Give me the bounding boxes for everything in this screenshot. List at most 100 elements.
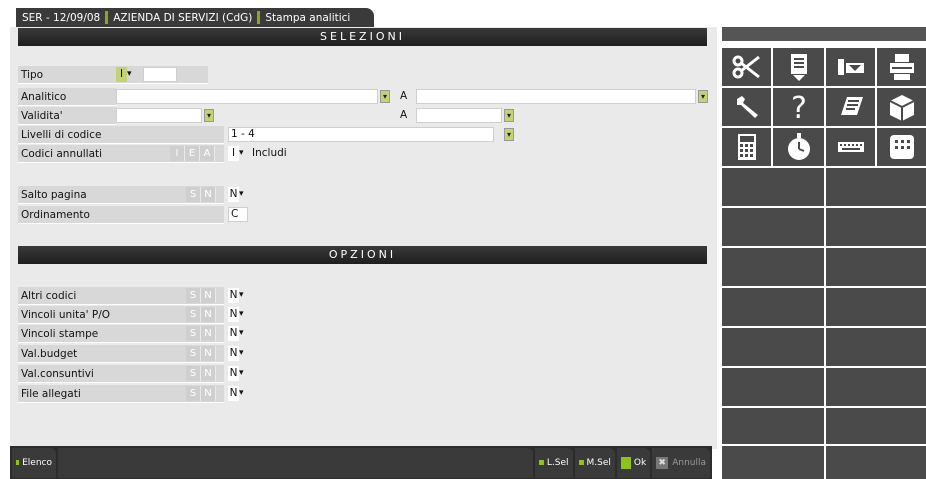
toolbar-slot[interactable]: [826, 408, 926, 444]
field-label: Validita': [18, 107, 116, 125]
chevron-down-icon[interactable]: [380, 90, 390, 103]
grid-icon[interactable]: [877, 128, 926, 166]
section-header-opzioni: OPZIONI: [18, 246, 707, 264]
option-a[interactable]: A: [200, 146, 215, 161]
chevron-down-icon[interactable]: [504, 128, 514, 141]
codici-annullati-select[interactable]: I ▾: [228, 146, 247, 161]
box-icon[interactable]: [877, 88, 926, 126]
bottom-bar-spacer: [58, 447, 533, 478]
option-select[interactable]: N ▾: [228, 386, 247, 401]
codici-annullati-value: I: [228, 146, 239, 161]
salto-pagina-select[interactable]: N ▾: [228, 187, 247, 202]
option-select[interactable]: N ▾: [228, 346, 247, 361]
elenco-button[interactable]: Elenco: [12, 447, 56, 478]
wrench-icon[interactable]: [722, 88, 771, 126]
codici-annullati-options: I E A: [170, 146, 215, 161]
option-value: N: [228, 386, 239, 401]
option-select[interactable]: N ▾: [228, 326, 247, 341]
toolbar-slot[interactable]: [722, 328, 824, 366]
toolbar-slot[interactable]: [826, 328, 926, 366]
keyboard-icon[interactable]: [826, 128, 875, 166]
calculator-icon[interactable]: [722, 128, 771, 166]
tipo-extra-input[interactable]: [143, 67, 177, 82]
option-n[interactable]: N: [201, 366, 216, 381]
status-square-icon: [620, 456, 631, 469]
chevron-down-icon[interactable]: [504, 109, 514, 122]
option-s[interactable]: S: [186, 366, 201, 381]
toolbar-slot[interactable]: [826, 288, 926, 326]
msel-button[interactable]: M.Sel: [574, 447, 615, 478]
toolbar-slot[interactable]: [722, 168, 824, 206]
option-n[interactable]: N: [201, 326, 216, 341]
toolbar-slot[interactable]: [826, 446, 926, 479]
bottom-action-bar: Elenco L.Sel M.Sel Ok ✖ Annulla: [10, 446, 712, 479]
option-n[interactable]: N: [201, 346, 216, 361]
option-s[interactable]: S: [186, 307, 201, 322]
toolbar-slot[interactable]: [722, 368, 824, 406]
chevron-down-icon[interactable]: [204, 109, 214, 122]
range-to-label: A: [400, 109, 408, 121]
option-n[interactable]: N: [201, 307, 216, 322]
toolbar-slot[interactable]: [722, 408, 824, 444]
option-n[interactable]: N: [201, 187, 216, 202]
option-s[interactable]: S: [186, 326, 201, 341]
toolbar-slot[interactable]: [826, 248, 926, 286]
option-i[interactable]: I: [170, 146, 185, 161]
toolbar-slot[interactable]: [722, 446, 824, 479]
chevron-down-icon: ▾: [239, 348, 244, 358]
printer-icon[interactable]: [877, 48, 926, 86]
annulla-button[interactable]: ✖ Annulla: [652, 447, 710, 478]
breadcrumb-separator: [257, 11, 261, 24]
chevron-down-icon[interactable]: [698, 90, 708, 103]
button-label: M.Sel: [586, 457, 611, 468]
codici-annullati-description: Includi: [252, 147, 287, 159]
option-n[interactable]: N: [201, 386, 216, 401]
validita-from-input[interactable]: [116, 108, 202, 123]
ordinamento-input[interactable]: C: [228, 207, 248, 222]
option-s[interactable]: S: [186, 346, 201, 361]
stopwatch-icon[interactable]: [773, 128, 824, 166]
chevron-down-icon: ▾: [239, 368, 244, 378]
toolbar-slot[interactable]: [722, 208, 824, 246]
scissors-icon[interactable]: [722, 48, 771, 86]
option-value: N: [228, 366, 239, 381]
option-e[interactable]: E: [185, 146, 200, 161]
paste-icon[interactable]: [773, 48, 824, 86]
toolbar-slot[interactable]: [722, 248, 824, 286]
livelli-input[interactable]: 1 - 4: [228, 127, 494, 142]
option-select[interactable]: N ▾: [228, 366, 247, 381]
option-n[interactable]: N: [201, 288, 216, 303]
option-toggles: SN: [186, 366, 216, 381]
toolbar-slot[interactable]: [826, 168, 926, 206]
toolbar-slot[interactable]: [826, 208, 926, 246]
chevron-down-icon: ▾: [239, 290, 244, 300]
printer-tray-icon[interactable]: [826, 48, 875, 86]
help-icon[interactable]: ?: [773, 88, 824, 126]
option-s[interactable]: S: [186, 386, 201, 401]
chevron-down-icon: ▾: [239, 328, 244, 338]
salto-pagina-options: S N: [186, 187, 216, 202]
option-s[interactable]: S: [186, 288, 201, 303]
toolbar-slot[interactable]: [826, 368, 926, 406]
analitico-to-input[interactable]: [416, 89, 696, 104]
analitico-from-input[interactable]: [116, 89, 378, 104]
option-s[interactable]: S: [186, 187, 201, 202]
status-square-icon: [538, 460, 544, 465]
option-select[interactable]: N ▾: [228, 307, 247, 322]
toolbar-panel: ?: [720, 10, 926, 479]
range-to-label: A: [400, 90, 408, 102]
row-option: Altri codici SN N ▾: [18, 287, 707, 305]
validita-to-input[interactable]: [416, 108, 502, 123]
status-square-icon: [578, 460, 584, 465]
tipo-value: I: [116, 67, 127, 82]
tipo-select[interactable]: I ▾: [116, 67, 135, 82]
lsel-button[interactable]: L.Sel: [534, 447, 573, 478]
ok-button[interactable]: Ok: [616, 447, 651, 478]
button-label: Elenco: [22, 457, 52, 468]
breadcrumb: SER - 12/09/08 AZIENDA DI SERVIZI (CdG) …: [16, 8, 374, 27]
option-select[interactable]: N ▾: [228, 288, 247, 303]
cancel-icon: ✖: [656, 456, 669, 469]
field-label: Ordinamento: [18, 206, 224, 224]
toolbar-slot[interactable]: [722, 288, 824, 326]
notepad-icon[interactable]: [826, 88, 875, 126]
